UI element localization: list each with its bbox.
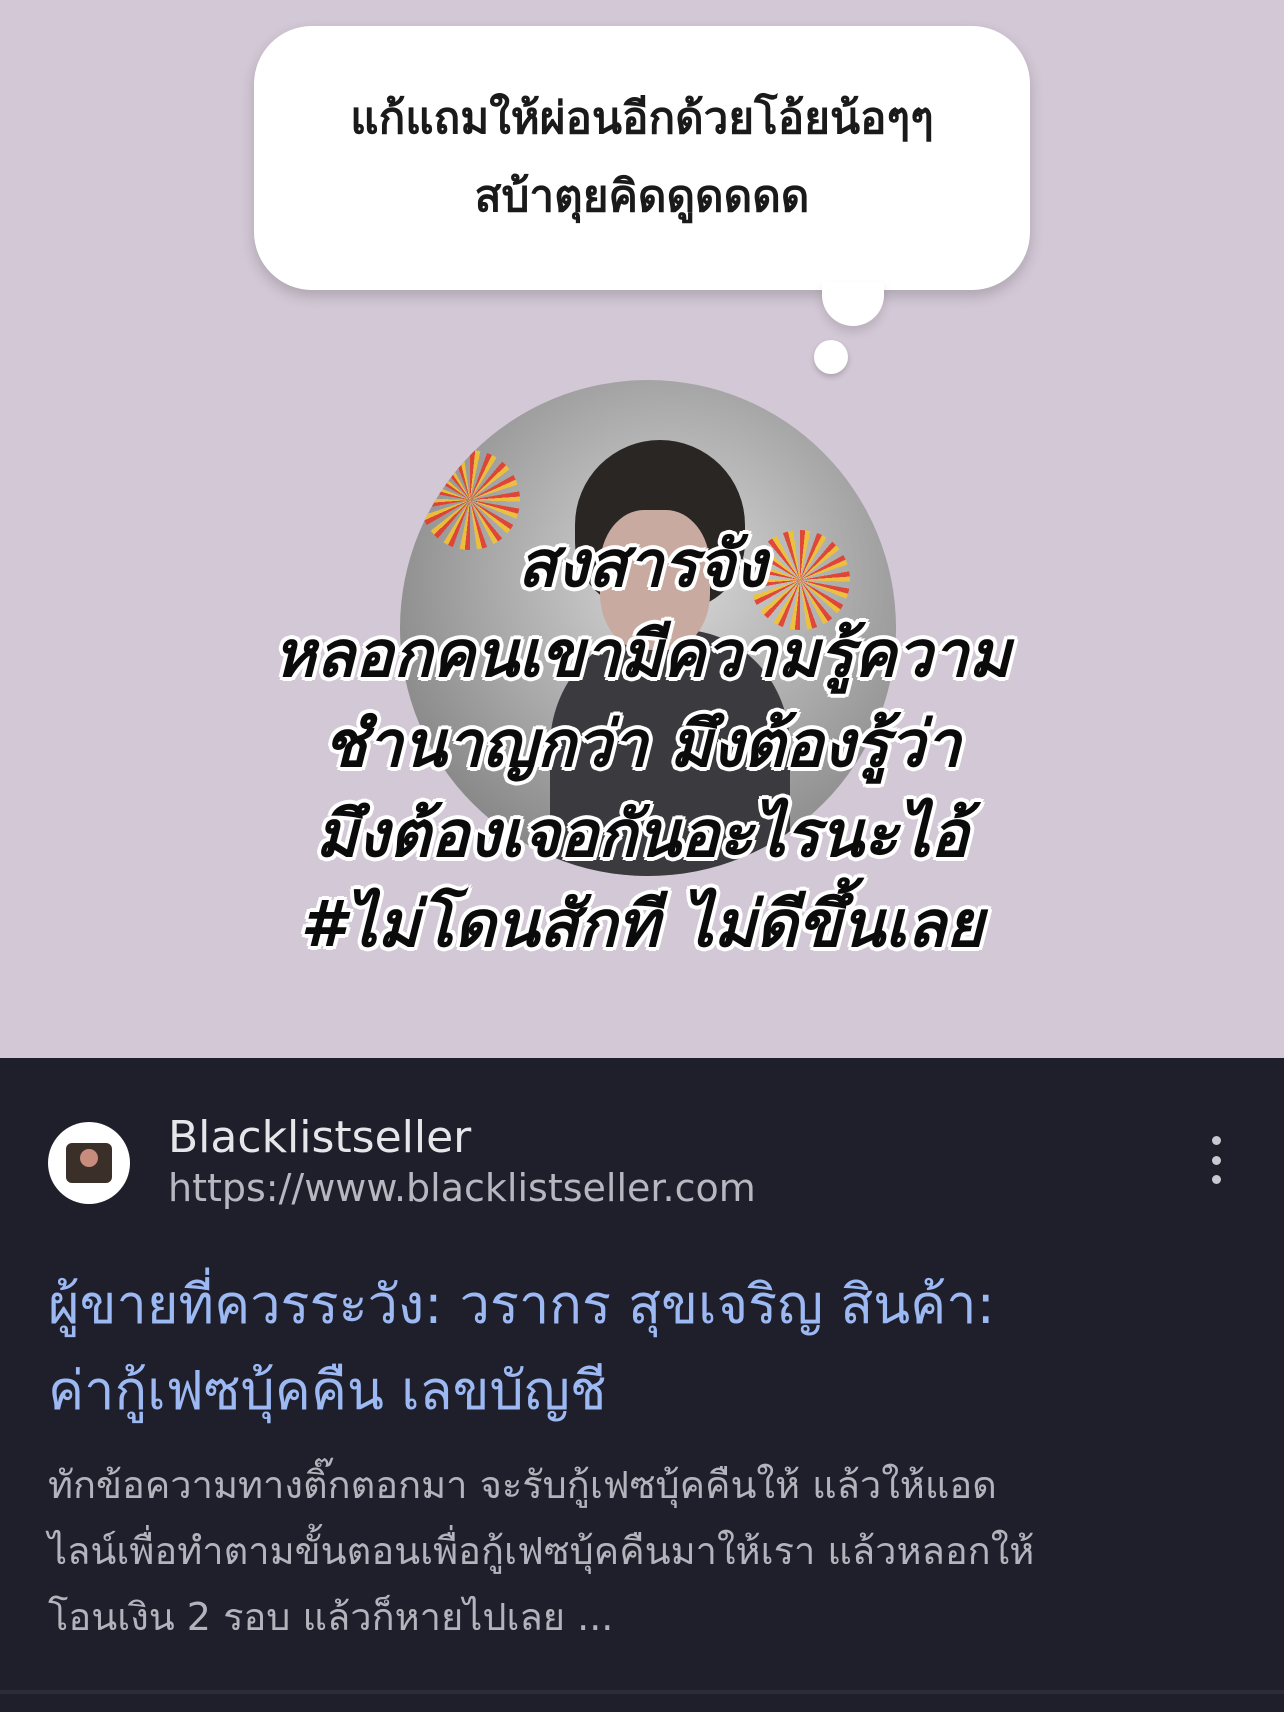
menu-dot — [1211, 1155, 1221, 1165]
snippet-line: โอนเงิน 2 รอบ แล้วก็หายไปเลย ... — [48, 1595, 614, 1639]
caption-line: #ไม่โดนสักที ไม่ดีขึ้นเลย — [300, 888, 984, 962]
site-url[interactable]: https://www.blacklistseller.com — [168, 1166, 756, 1210]
bubble-text-line: แก้แถมให้ผ่อนอีกด้วยโอ้ยน้อๆๆ — [350, 93, 934, 144]
more-vertical-icon[interactable] — [1196, 1136, 1236, 1184]
site-name[interactable]: Blacklistseller — [168, 1112, 471, 1163]
menu-dot — [1211, 1175, 1221, 1184]
caption-line: มึงต้องเจอกันอะไรนะไอ้ — [315, 798, 969, 872]
snippet-line: ไลน์เพื่อทำตามขั้นตอนเพื่อกู้เฟซบุ้คคืนม… — [48, 1529, 1035, 1573]
result-title-link[interactable]: ผู้ขายที่ควรระวัง: วรากร สุขเจริญ สินค้า… — [48, 1262, 1248, 1434]
speech-bubble-tail — [822, 282, 884, 326]
caption-line: สงสารจัง — [517, 528, 767, 602]
site-favicon-image — [66, 1143, 112, 1183]
meme-image: แก้แถมให้ผ่อนอีกด้วยโอ้ยน้อๆๆ สบ้าตุยคิด… — [0, 0, 1284, 1058]
thought-dot — [814, 340, 848, 374]
result-snippet: ทักข้อความทางติ๊กตอกมา จะรับกู้เฟซบุ้คคื… — [48, 1452, 1248, 1650]
speech-bubble: แก้แถมให้ผ่อนอีกด้วยโอ้ยน้อๆๆ สบ้าตุยคิด… — [254, 26, 1030, 290]
menu-dot — [1211, 1136, 1221, 1145]
site-avatar-icon[interactable] — [48, 1122, 130, 1204]
divider — [0, 1690, 1284, 1694]
snippet-line: ทักข้อความทางติ๊กตอกมา จะรับกู้เฟซบุ้คคื… — [48, 1463, 997, 1507]
caption-line: หลอกคนเขามีความรู้ความ — [273, 618, 1011, 692]
result-title-line[interactable]: ค่ากู้เฟซบุ้คคืน เลขบัญชี — [48, 1348, 1248, 1434]
caption-line: ชำนาญกว่า มึงต้องรู้ว่า — [323, 708, 961, 782]
bubble-text-line: สบ้าตุยคิดดูดดดด — [474, 171, 810, 222]
meme-caption: สงสารจัง หลอกคนเขามีความรู้ความ ชำนาญกว่… — [0, 520, 1284, 970]
result-title-line[interactable]: ผู้ขายที่ควรระวัง: วรากร สุขเจริญ สินค้า… — [48, 1262, 1248, 1348]
